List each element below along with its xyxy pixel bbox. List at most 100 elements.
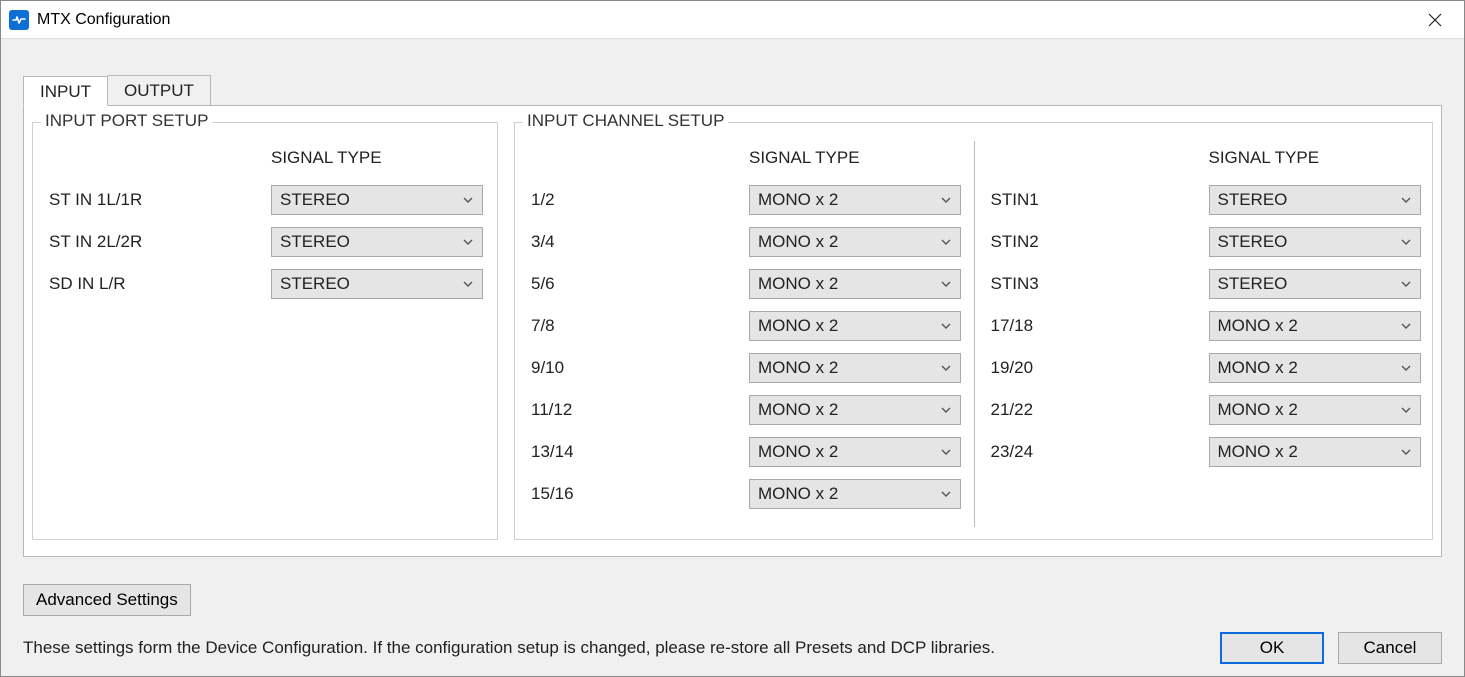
channel-c2-label: 19/20 — [989, 358, 1209, 378]
tab-input[interactable]: INPUT — [23, 76, 108, 106]
chevron-down-icon — [940, 446, 952, 458]
channel-c2-row: 17/18 MONO x 2 — [989, 305, 1421, 347]
ok-button[interactable]: OK — [1220, 632, 1324, 664]
channel-signal-type-header-2: SIGNAL TYPE — [1209, 148, 1320, 168]
channel-c1-signal-type-select[interactable]: MONO x 2 — [749, 395, 961, 425]
chevron-down-icon — [940, 320, 952, 332]
channel-c2-signal-type-value: STEREO — [1218, 232, 1288, 252]
group-title-port: INPUT PORT SETUP — [41, 111, 212, 131]
channel-c2-row: STIN3 STEREO — [989, 263, 1421, 305]
port-signal-type-value: STEREO — [280, 274, 350, 294]
channel-c1-signal-type-value: MONO x 2 — [758, 274, 838, 294]
channel-c2-label: STIN2 — [989, 232, 1209, 252]
chevron-down-icon — [940, 362, 952, 374]
port-signal-type-select[interactable]: STEREO — [271, 185, 483, 215]
channel-c1-row: 9/10 MONO x 2 — [529, 347, 964, 389]
channel-c1-label: 11/12 — [529, 400, 749, 420]
chevron-down-icon — [462, 278, 474, 290]
tabpanel-input: INPUT PORT SETUP SIGNAL TYPE ST IN 1L/1R… — [23, 105, 1442, 557]
channel-c1-row: 5/6 MONO x 2 — [529, 263, 964, 305]
footer: Advanced Settings These settings form th… — [23, 584, 1442, 664]
group-title-channel: INPUT CHANNEL SETUP — [523, 111, 728, 131]
channel-c1-row: 3/4MONO x 2 — [529, 221, 964, 263]
channel-c2-signal-type-value: MONO x 2 — [1218, 442, 1298, 462]
channel-signal-type-header-1: SIGNAL TYPE — [749, 148, 860, 168]
window-title: MTX Configuration — [37, 11, 170, 29]
channel-c1-signal-type-value: MONO x 2 — [758, 400, 838, 420]
channel-c1-label: 7/8 — [529, 316, 749, 336]
port-label: ST IN 1L/1R — [47, 190, 271, 210]
port-signal-type-select[interactable]: STEREO — [271, 227, 483, 257]
channel-c1-signal-type-select[interactable]: MONO x 2 — [749, 269, 961, 299]
channel-c2-signal-type-value: MONO x 2 — [1218, 400, 1298, 420]
channel-c1-row: 15/16MONO x 2 — [529, 473, 964, 515]
channel-c1-label: 1/2 — [529, 190, 749, 210]
channel-c2-signal-type-select[interactable]: STEREO — [1209, 269, 1421, 299]
port-row: ST IN 1L/1R STEREO — [47, 179, 483, 221]
channel-c2-row: STIN1STEREO — [989, 179, 1421, 221]
port-row: SD IN L/R STEREO — [47, 263, 483, 305]
channel-c2-signal-type-value: MONO x 2 — [1218, 358, 1298, 378]
chevron-down-icon — [1400, 236, 1412, 248]
channel-c2-label: 21/22 — [989, 400, 1209, 420]
channel-c1-row: 13/14 MONO x 2 — [529, 431, 964, 473]
channel-c1-row: 7/8 MONO x 2 — [529, 305, 964, 347]
channel-c2-row: STIN2 STEREO — [989, 221, 1421, 263]
channel-c2-signal-type-select[interactable]: MONO x 2 — [1209, 395, 1421, 425]
port-label: SD IN L/R — [47, 274, 271, 294]
port-row: ST IN 2L/2RSTEREO — [47, 221, 483, 263]
chevron-down-icon — [1400, 194, 1412, 206]
channel-c1-signal-type-value: MONO x 2 — [758, 316, 838, 336]
channel-c2-row: 23/24MONO x 2 — [989, 431, 1421, 473]
chevron-down-icon — [1400, 446, 1412, 458]
channel-c2-row: 19/20 MONO x 2 — [989, 347, 1421, 389]
channel-c2-label: STIN3 — [989, 274, 1209, 294]
cancel-button[interactable]: Cancel — [1338, 632, 1442, 664]
port-signal-type-header: SIGNAL TYPE — [271, 148, 382, 168]
channel-c2-signal-type-value: MONO x 2 — [1218, 316, 1298, 336]
channel-c1-signal-type-value: MONO x 2 — [758, 358, 838, 378]
channel-c2-signal-type-value: STEREO — [1218, 274, 1288, 294]
channel-c1-signal-type-select[interactable]: MONO x 2 — [749, 185, 961, 215]
channel-c1-signal-type-select[interactable]: MONO x 2 — [749, 353, 961, 383]
chevron-down-icon — [1400, 362, 1412, 374]
channel-c1-signal-type-select[interactable]: MONO x 2 — [749, 311, 961, 341]
chevron-down-icon — [940, 194, 952, 206]
channel-c1-signal-type-value: MONO x 2 — [758, 442, 838, 462]
port-signal-type-value: STEREO — [280, 190, 350, 210]
channel-c2-row: 21/22 MONO x 2 — [989, 389, 1421, 431]
chevron-down-icon — [940, 278, 952, 290]
channel-c1-signal-type-value: MONO x 2 — [758, 190, 838, 210]
tabstrip: INPUT OUTPUT — [1, 39, 1464, 105]
tab-output[interactable]: OUTPUT — [108, 75, 211, 105]
port-label: ST IN 2L/2R — [47, 232, 271, 252]
client-area: INPUT OUTPUT INPUT PORT SETUP SIGNAL TYP… — [1, 39, 1464, 676]
channel-c1-label: 13/14 — [529, 442, 749, 462]
advanced-settings-button[interactable]: Advanced Settings — [23, 584, 191, 616]
channel-c2-signal-type-select[interactable]: MONO x 2 — [1209, 353, 1421, 383]
channel-c1-label: 9/10 — [529, 358, 749, 378]
channel-c1-row: 1/2 MONO x 2 — [529, 179, 964, 221]
channel-c1-row: 11/12 MONO x 2 — [529, 389, 964, 431]
channel-c2-signal-type-select[interactable]: MONO x 2 — [1209, 311, 1421, 341]
channel-c1-label: 5/6 — [529, 274, 749, 294]
chevron-down-icon — [940, 236, 952, 248]
channel-c2-signal-type-select[interactable]: STEREO — [1209, 227, 1421, 257]
channel-c1-signal-type-select[interactable]: MONO x 2 — [749, 437, 961, 467]
port-signal-type-select[interactable]: STEREO — [271, 269, 483, 299]
chevron-down-icon — [462, 194, 474, 206]
close-button[interactable] — [1412, 4, 1458, 36]
chevron-down-icon — [940, 488, 952, 500]
chevron-down-icon — [1400, 404, 1412, 416]
channel-c2-signal-type-select[interactable]: MONO x 2 — [1209, 437, 1421, 467]
chevron-down-icon — [1400, 278, 1412, 290]
titlebar: MTX Configuration — [1, 1, 1464, 39]
chevron-down-icon — [940, 404, 952, 416]
group-input-port-setup: INPUT PORT SETUP SIGNAL TYPE ST IN 1L/1R… — [32, 122, 498, 540]
channel-c2-signal-type-select[interactable]: STEREO — [1209, 185, 1421, 215]
channel-c1-signal-type-select[interactable]: MONO x 2 — [749, 479, 961, 509]
channel-c2-label: 17/18 — [989, 316, 1209, 336]
channel-c2-label: STIN1 — [989, 190, 1209, 210]
channel-c1-signal-type-select[interactable]: MONO x 2 — [749, 227, 961, 257]
chevron-down-icon — [462, 236, 474, 248]
